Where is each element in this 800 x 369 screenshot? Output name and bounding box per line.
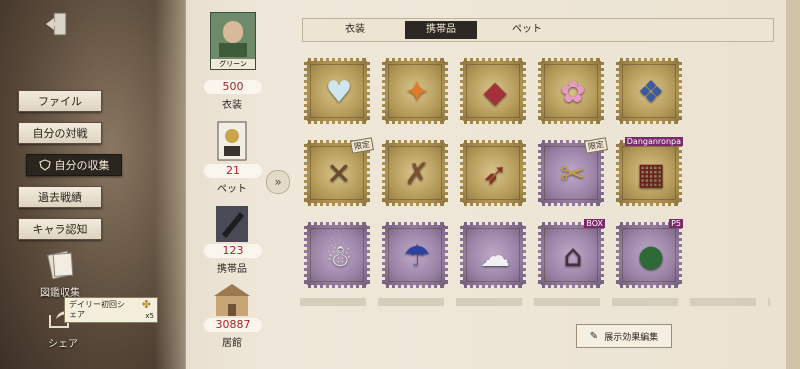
category-tabs: 衣装 携帯品 ペット bbox=[302, 18, 774, 42]
stats-column: グリーン 500 衣装 21 ペット 123 携帯品 30887 居館 bbox=[196, 6, 268, 366]
ghost-hat-icon: ☃ bbox=[325, 239, 353, 274]
ghost-icon: ☁ bbox=[480, 239, 510, 274]
next-row-peek bbox=[300, 298, 770, 306]
edit-icon: ✎ bbox=[589, 330, 599, 342]
flaming-staff-icon: ✦ bbox=[404, 75, 430, 110]
collab-logo: P5 bbox=[669, 219, 683, 228]
item-stamp[interactable]: ➶ bbox=[460, 140, 526, 206]
item-grid: ♥ ✦ ◆ ✿ ❖ ✕ 限定 ✗ ➶ ✂ 限定 ▦ Danganronpa ☃ ☂ ☁ ⌂ BOX ● P5 bbox=[300, 56, 778, 308]
green-orb-icon: ● bbox=[637, 239, 665, 274]
share-label: シェア bbox=[48, 339, 78, 350]
nav-my-collection-button[interactable]: 自分の収集 bbox=[26, 154, 122, 176]
collab-logo: BOX bbox=[584, 219, 605, 228]
gem-box-icon: ◆ bbox=[483, 75, 507, 110]
blue-flame-crystal-icon: ❖ bbox=[637, 75, 665, 110]
nav-past-records-button[interactable]: 過去戦績 bbox=[18, 186, 102, 208]
tab-costume[interactable]: 衣装 bbox=[319, 21, 391, 39]
tooltip-text-line2: ェア bbox=[69, 310, 85, 319]
limited-badge: 限定 bbox=[584, 137, 608, 154]
item-stamp[interactable]: ⌂ BOX bbox=[538, 219, 605, 288]
accessory-label: 携帯品 bbox=[217, 264, 247, 275]
nav-file-button[interactable]: ファイル bbox=[18, 90, 102, 112]
item-stamp[interactable]: ▦ Danganronpa bbox=[616, 137, 683, 206]
item-stamp[interactable]: ● P5 bbox=[616, 219, 683, 288]
item-stamp[interactable]: ✦ bbox=[382, 58, 448, 124]
residence-label: 居館 bbox=[222, 338, 242, 349]
pink-orb-icon: ✿ bbox=[560, 75, 586, 110]
golden-crossbow-icon: ✂ bbox=[560, 157, 586, 192]
nav-character-recognition-button[interactable]: キャラ認知 bbox=[18, 218, 102, 240]
residence-count: 30887 bbox=[204, 318, 262, 332]
display-effect-edit-button[interactable]: ✎ 展示効果編集 bbox=[576, 324, 672, 348]
item-stamp[interactable]: ✗ bbox=[382, 140, 448, 206]
item-stamp[interactable]: ☂ bbox=[382, 222, 448, 288]
slot-machine-icon: ▦ bbox=[636, 157, 666, 192]
item-stamp[interactable]: ❖ bbox=[616, 58, 682, 124]
item-stamp[interactable]: ✕ 限定 bbox=[304, 137, 374, 206]
pet-icon[interactable] bbox=[210, 114, 254, 170]
tooltip-text-line1: デイリー初回シ bbox=[69, 300, 125, 309]
exit-icon[interactable] bbox=[42, 10, 72, 38]
daily-share-tooltip: デイリー初回シ ェア ✤ x5 bbox=[64, 297, 158, 323]
pet-label: ペット bbox=[217, 184, 247, 195]
tooltip-reward: x5 bbox=[145, 312, 154, 320]
item-stamp[interactable]: ✿ bbox=[538, 58, 604, 124]
shield-icon bbox=[38, 159, 51, 171]
limited-badge: 限定 bbox=[350, 137, 374, 154]
scroll-crossbow-icon: ✗ bbox=[404, 157, 430, 192]
dark-shrine-icon: ⌂ bbox=[563, 239, 583, 274]
item-stamp[interactable]: ☃ bbox=[304, 222, 370, 288]
crystal-heart-icon: ♥ bbox=[325, 75, 353, 110]
portrait-body bbox=[219, 43, 247, 57]
winged-crossbow-icon: ✕ bbox=[326, 157, 352, 192]
blue-umbrella-icon: ☂ bbox=[403, 239, 431, 274]
item-stamp[interactable]: ☁ bbox=[460, 222, 526, 288]
item-stamp[interactable]: ◆ bbox=[460, 58, 526, 124]
double-chevron-right-icon: » bbox=[274, 175, 282, 189]
character-portrait[interactable]: グリーン bbox=[210, 12, 256, 70]
tab-pet[interactable]: ペット bbox=[491, 21, 563, 39]
collab-logo: Danganronpa bbox=[624, 137, 683, 146]
clover-icon: ✤ bbox=[141, 298, 151, 311]
tab-accessory[interactable]: 携帯品 bbox=[405, 21, 477, 39]
costume-count: 500 bbox=[204, 80, 262, 94]
item-stamp[interactable]: ♥ bbox=[304, 58, 370, 124]
nav-my-battles-button[interactable]: 自分の対戦 bbox=[18, 122, 102, 144]
expand-arrow-button[interactable]: » bbox=[266, 170, 290, 194]
spear-lantern-icon: ➶ bbox=[482, 157, 508, 192]
costume-label: 衣装 bbox=[222, 100, 242, 111]
accessory-count: 123 bbox=[204, 244, 262, 258]
book-icon[interactable] bbox=[44, 250, 76, 280]
pet-count: 21 bbox=[204, 164, 262, 178]
portrait-name: グリーン bbox=[211, 59, 255, 69]
item-stamp[interactable]: ✂ 限定 bbox=[538, 137, 608, 206]
portrait-face bbox=[223, 21, 243, 43]
